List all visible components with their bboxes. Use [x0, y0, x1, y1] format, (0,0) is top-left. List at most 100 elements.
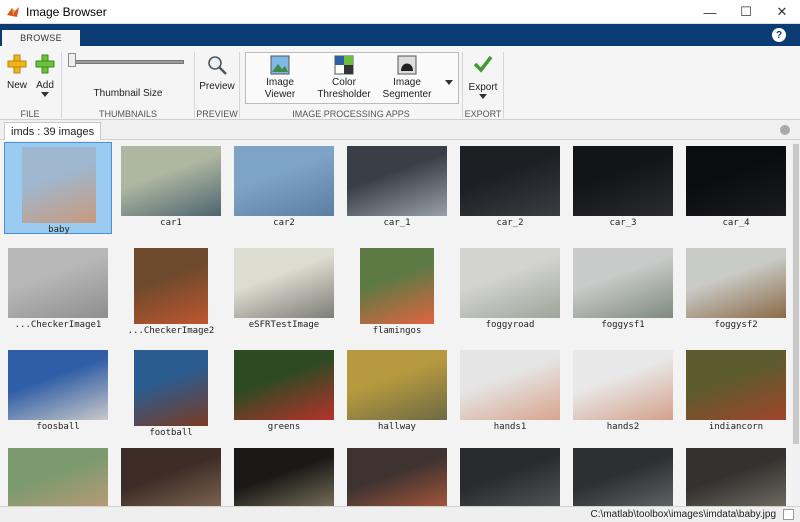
thumbnail-image	[686, 146, 786, 216]
close-icon[interactable]: ✕	[764, 0, 800, 24]
document-menu-icon[interactable]	[780, 125, 790, 135]
thumbnail-item[interactable]: foggysf1	[569, 244, 677, 336]
title-bar: Image Browser — ☐ ✕	[0, 0, 800, 24]
thumbnail-image	[234, 146, 334, 216]
thumbnail-caption: football	[149, 428, 193, 438]
thumbnail-item[interactable]: hands2	[569, 346, 677, 438]
thumbnail-caption: car2	[273, 218, 295, 228]
thumbnail-image	[347, 146, 447, 216]
thumbnail-item[interactable]: hands1	[456, 346, 564, 438]
thumbnail-caption: car_2	[496, 218, 524, 228]
thumbnail-caption: indiancorn	[708, 422, 764, 432]
thumbnail-image	[360, 248, 434, 324]
thumbnail-item[interactable]: ...CheckerImage1	[4, 244, 112, 336]
thumbnail-image	[134, 248, 208, 324]
scrollbar-thumb[interactable]	[793, 144, 799, 444]
thumbnail-caption: car_1	[383, 218, 411, 228]
thumbnail-item[interactable]	[456, 444, 564, 506]
thumbnail-size-label: Thumbnail Size	[93, 88, 163, 99]
thumbnail-caption: flamingos	[372, 326, 422, 336]
tab-browse[interactable]: BROWSE	[2, 28, 80, 46]
thumbnail-size-slider[interactable]	[68, 60, 184, 64]
section-preview: PREVIEW	[196, 109, 238, 119]
thumbnail-item[interactable]	[682, 444, 790, 506]
thumbnail-item[interactable]: greens	[230, 346, 338, 438]
thumbnail-caption: car1	[160, 218, 182, 228]
thumbnail-item[interactable]: foosball	[4, 346, 112, 438]
ribbon: New Add FILE Thumbnail Size THUMBNAILS P…	[0, 46, 800, 120]
thumbnail-item[interactable]: car_1	[343, 142, 451, 234]
thumbnail-caption: baby	[48, 225, 70, 235]
section-file: FILE	[20, 109, 40, 119]
maximize-icon[interactable]: ☐	[728, 0, 764, 24]
thumbnail-item[interactable]: indiancorn	[682, 346, 790, 438]
new-button[interactable]: New	[6, 54, 28, 92]
document-tab-bar: imds : 39 images	[0, 120, 800, 140]
divider	[503, 52, 504, 118]
chevron-down-icon	[479, 94, 487, 99]
magnifier-icon	[208, 56, 227, 75]
thumbnail-image	[234, 448, 334, 506]
thumbnail-caption: car_4	[722, 218, 750, 228]
thumbnail-image	[686, 248, 786, 318]
help-icon[interactable]: ?	[772, 28, 786, 42]
thumbnail-image	[134, 350, 208, 426]
thumbnail-item[interactable]: car_2	[456, 142, 564, 234]
section-thumbnails: THUMBNAILS	[98, 109, 157, 119]
thumbnail-image	[8, 248, 108, 318]
document-tab-imds[interactable]: imds : 39 images	[4, 122, 102, 140]
thumbnail-caption: foggysf2	[714, 320, 758, 330]
thumbnail-item[interactable]: foggysf2	[682, 244, 790, 336]
thumbnail-image	[121, 448, 221, 506]
status-resize-icon[interactable]	[783, 509, 794, 520]
thumbnail-image	[8, 448, 108, 506]
thumbnail-caption: eSFRTestImage	[248, 320, 320, 330]
thumbnail-item[interactable]: ...CheckerImage2	[117, 244, 225, 336]
matlab-logo-icon	[7, 6, 19, 17]
thumbnail-caption: ...CheckerImage1	[14, 320, 102, 330]
thumbnail-item[interactable]: hallway	[343, 346, 451, 438]
image-segmenter-button[interactable]: Image Segmenter	[380, 55, 434, 101]
thumbnail-image	[22, 147, 96, 223]
color-thresholder-icon	[334, 55, 354, 75]
add-label: Add	[36, 80, 54, 91]
thumbnail-caption: foggyroad	[485, 320, 535, 330]
thumbnail-item[interactable]: car2	[230, 142, 338, 234]
thumbnail-caption: ...CheckerImage2	[127, 326, 215, 336]
thumbnail-item[interactable]	[230, 444, 338, 506]
thumbnail-item[interactable]	[117, 444, 225, 506]
thumbnail-image	[347, 350, 447, 420]
thumbnail-item[interactable]	[4, 444, 112, 506]
image-segmenter-icon	[397, 55, 417, 75]
apps-expand-button[interactable]	[445, 72, 453, 90]
thumbnail-caption: hands1	[493, 422, 527, 432]
thumbnail-image	[460, 448, 560, 506]
thumbnail-item[interactable]: eSFRTestImage	[230, 244, 338, 336]
preview-button[interactable]: Preview	[199, 54, 235, 93]
export-button[interactable]: Export	[466, 54, 500, 99]
slider-handle[interactable]	[68, 53, 76, 67]
thumbnail-item[interactable]: car_4	[682, 142, 790, 234]
status-bar: C:\matlab\toolbox\images\imdata\baby.jpg	[0, 506, 800, 522]
thumbnail-item[interactable]	[343, 444, 451, 506]
add-button[interactable]: Add	[34, 54, 56, 97]
thumbnail-image	[573, 146, 673, 216]
image-viewer-icon	[270, 55, 290, 75]
thumbnail-image	[234, 248, 334, 318]
thumbnail-item[interactable]: football	[117, 346, 225, 438]
thumbnail-image	[573, 248, 673, 318]
thumbnail-item[interactable]: foggyroad	[456, 244, 564, 336]
vertical-scrollbar[interactable]	[792, 140, 800, 506]
thumbnail-item[interactable]	[569, 444, 677, 506]
image-viewer-button[interactable]: Image Viewer	[258, 55, 302, 101]
thumbnail-caption: hallway	[378, 422, 416, 432]
thumbnail-item[interactable]: car1	[117, 142, 225, 234]
section-export: EXPORT	[464, 109, 502, 119]
color-thresholder-button[interactable]: Color Thresholder	[316, 55, 372, 101]
thumbnail-item[interactable]: baby	[4, 142, 112, 235]
thumbnail-image	[460, 350, 560, 420]
chevron-down-icon	[41, 92, 49, 97]
thumbnail-item[interactable]: car_3	[569, 142, 677, 234]
thumbnail-item[interactable]: flamingos	[343, 244, 451, 336]
minimize-icon[interactable]: —	[692, 0, 728, 24]
